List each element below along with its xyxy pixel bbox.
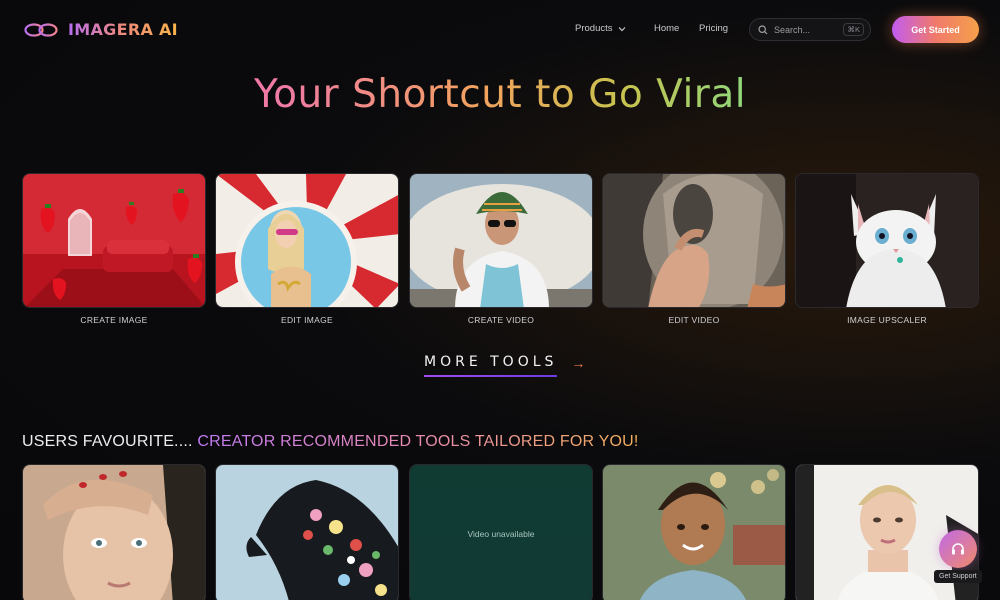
tool-label: CREATE VIDEO bbox=[467, 315, 535, 325]
support-button[interactable] bbox=[939, 530, 977, 568]
tool-edit-image[interactable]: EDIT IMAGE bbox=[215, 173, 399, 325]
top-nav: IMAGERA AI Products Home Pricing ⌘K Get … bbox=[0, 0, 1000, 60]
chevron-down-icon bbox=[618, 26, 625, 31]
nav-products[interactable]: Products bbox=[575, 23, 626, 34]
hand-hat-image[interactable] bbox=[602, 173, 786, 308]
favourite-card-video[interactable]: Video unavailable bbox=[409, 464, 593, 600]
favourite-card[interactable] bbox=[22, 464, 206, 600]
tool-label: CREATE IMAGE bbox=[80, 315, 148, 325]
more-tools-link[interactable]: MORE TOOLS → bbox=[424, 354, 585, 377]
nav-pricing[interactable]: Pricing bbox=[699, 23, 728, 34]
support-label: Get Support bbox=[934, 570, 982, 583]
hero-title: Your Shortcut to Go Viral bbox=[0, 72, 1000, 117]
nav-home[interactable]: Home bbox=[654, 23, 679, 34]
man-bucket-hat-image[interactable] bbox=[409, 173, 593, 308]
search-box[interactable]: ⌘K bbox=[749, 18, 871, 41]
favourites-heading: USERS FAVOURITE.... CREATOR RECOMMENDED … bbox=[22, 433, 639, 451]
white-kitten-image[interactable] bbox=[795, 173, 979, 308]
tool-create-image[interactable]: CREATE IMAGE bbox=[22, 173, 206, 325]
tool-label: IMAGE UPSCALER bbox=[847, 315, 927, 325]
tool-label: EDIT VIDEO bbox=[668, 315, 720, 325]
arrow-right-icon: → bbox=[571, 354, 586, 371]
tool-create-video[interactable]: CREATE VIDEO bbox=[409, 173, 593, 325]
favourites-heading-prefix: USERS FAVOURITE.... bbox=[22, 433, 193, 450]
tool-label: EDIT IMAGE bbox=[281, 315, 333, 325]
tool-image-upscaler[interactable]: IMAGE UPSCALER bbox=[795, 173, 979, 325]
infinity-rings-icon bbox=[24, 22, 58, 37]
more-tools-label: MORE TOOLS bbox=[424, 354, 558, 377]
woman-pool-float-image[interactable] bbox=[215, 173, 399, 308]
search-icon bbox=[758, 24, 768, 34]
headset-icon bbox=[952, 543, 964, 555]
favourite-card[interactable] bbox=[602, 464, 786, 600]
favourite-card[interactable] bbox=[215, 464, 399, 600]
brand-name: IMAGERA AI bbox=[68, 20, 178, 39]
strawberry-room-image[interactable] bbox=[22, 173, 206, 308]
get-started-button[interactable]: Get Started bbox=[892, 16, 979, 43]
search-shortcut-badge: ⌘K bbox=[843, 23, 864, 36]
search-input[interactable] bbox=[774, 24, 836, 35]
nav-home-label: Home bbox=[654, 23, 680, 34]
nav-pricing-label: Pricing bbox=[699, 23, 729, 34]
tool-edit-video[interactable]: EDIT VIDEO bbox=[602, 173, 786, 325]
favourites-heading-highlight: CREATOR RECOMMENDED TOOLS TAILORED FOR Y… bbox=[197, 433, 639, 450]
video-unavailable-message: Video unavailable bbox=[410, 465, 592, 600]
brand-logo[interactable]: IMAGERA AI bbox=[24, 20, 178, 39]
nav-products-label: Products bbox=[575, 23, 613, 34]
